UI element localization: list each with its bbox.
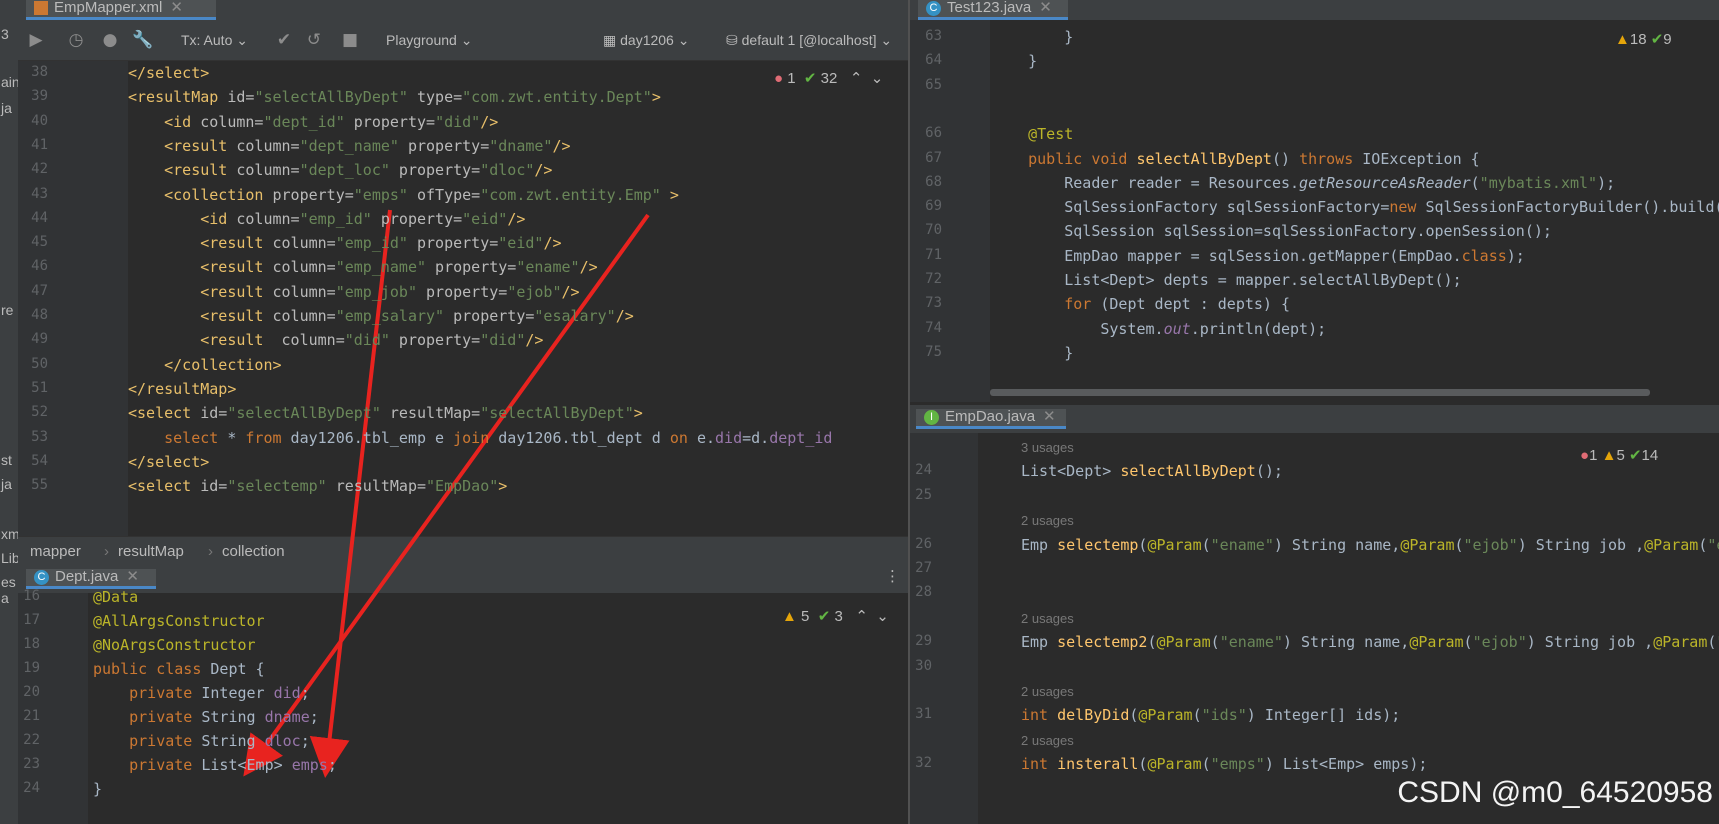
code-line: } bbox=[992, 343, 1074, 362]
line-number: 72 bbox=[925, 271, 942, 287]
code-line: @Data bbox=[93, 588, 139, 606]
line-number: 74 bbox=[925, 319, 942, 336]
code-line: @Test bbox=[1028, 125, 1074, 144]
code-line: <select id="selectAllByDept" resultMap="… bbox=[128, 404, 643, 423]
code-line: @AllArgsConstructor bbox=[93, 612, 265, 630]
code-line: <result column="emp_salary" property="es… bbox=[200, 307, 634, 325]
code-line: } bbox=[992, 28, 1074, 46]
usages-hint[interactable]: 2 usages bbox=[1021, 684, 1074, 699]
line-number: 17 bbox=[23, 612, 40, 628]
code-line: public void selectAllByDept() throws IOE… bbox=[1028, 149, 1480, 168]
code-line: select * from day1206.tbl_emp e join day… bbox=[164, 428, 833, 447]
code-line: } bbox=[93, 780, 103, 798]
line-number: 18 bbox=[23, 636, 40, 652]
code-line: Emp selectemp2(@Param("ename") String na… bbox=[1021, 633, 1719, 652]
line-number: 75 bbox=[925, 343, 942, 360]
line-number: 30 bbox=[915, 657, 932, 674]
code-line: Reader reader = Resources.getResourceAsR… bbox=[992, 173, 1616, 192]
line-number: 31 bbox=[915, 706, 932, 723]
line-number: 29 bbox=[915, 633, 932, 650]
code-line: </collection> bbox=[164, 355, 282, 374]
line-number: 23 bbox=[23, 756, 40, 772]
code-line: private String dname; bbox=[129, 708, 319, 726]
code-line: </resultMap> bbox=[128, 379, 237, 398]
code-line: <id column="emp_id" property="eid"/> bbox=[200, 209, 526, 228]
line-number: 63 bbox=[925, 28, 942, 44]
line-number: 69 bbox=[925, 198, 942, 215]
code-line: Emp selectemp(@Param("ename") String nam… bbox=[1021, 535, 1719, 554]
usages-hint[interactable]: 3 usages bbox=[1021, 440, 1074, 455]
line-number: 55 bbox=[31, 477, 48, 494]
watermark: CSDN @m0_64520958 bbox=[1397, 776, 1713, 809]
line-number: 54 bbox=[31, 452, 48, 469]
line-number: 53 bbox=[31, 428, 48, 445]
line-number: 67 bbox=[925, 149, 942, 166]
line-number: 50 bbox=[31, 355, 48, 372]
line-number: 45 bbox=[31, 234, 48, 251]
code-line: <result column="dept_name" property="dna… bbox=[164, 136, 571, 155]
code-line: private Integer did; bbox=[129, 684, 310, 702]
code-line: } bbox=[992, 52, 1038, 71]
line-number: 27 bbox=[915, 560, 932, 576]
code-line: @NoArgsConstructor bbox=[93, 636, 256, 654]
line-number: 24 bbox=[915, 462, 932, 479]
code-line: <id column="dept_id" property="did"/> bbox=[164, 112, 499, 131]
line-number: 19 bbox=[23, 660, 40, 676]
code-line: int delByDid(@Param("ids") Integer[] ids… bbox=[1021, 706, 1401, 725]
line-number: 24 bbox=[23, 780, 40, 796]
line-number: 21 bbox=[23, 708, 40, 724]
line-number: 70 bbox=[925, 222, 942, 239]
code-line: <collection property="emps" ofType="com.… bbox=[164, 185, 679, 204]
code-line: <result column="emp_name" property="enam… bbox=[200, 258, 598, 277]
code-line: <select id="selectemp" resultMap="EmpDao… bbox=[128, 477, 508, 496]
code-line: </select> bbox=[128, 64, 210, 82]
code-line: <result column="emp_id" property="eid"/> bbox=[200, 234, 562, 253]
line-number: 48 bbox=[31, 307, 48, 323]
code-line: </select> bbox=[128, 452, 210, 471]
code-line: private List<Emp> emps; bbox=[129, 756, 337, 774]
code-line: System.out.println(dept); bbox=[992, 319, 1327, 338]
line-number: 42 bbox=[31, 161, 48, 178]
usages-hint[interactable]: 2 usages bbox=[1021, 513, 1074, 528]
usages-hint[interactable]: 2 usages bbox=[1021, 611, 1074, 626]
code-line: private String dloc; bbox=[129, 732, 310, 750]
code-line: public class Dept { bbox=[93, 660, 265, 678]
code-line: for (Dept dept : depts) { bbox=[1064, 295, 1291, 314]
code-line: <result column="dept_loc" property="dloc… bbox=[164, 161, 553, 180]
code-line: List<Dept> depts = mapper.selectAllByDep… bbox=[992, 271, 1462, 289]
line-number: 25 bbox=[915, 486, 932, 503]
line-number: 71 bbox=[925, 246, 942, 263]
line-number: 20 bbox=[23, 684, 40, 700]
code-line: <resultMap id="selectAllByDept" type="co… bbox=[128, 88, 661, 107]
line-number: 41 bbox=[31, 136, 48, 153]
line-number: 52 bbox=[31, 404, 48, 421]
line-number: 43 bbox=[31, 185, 48, 202]
code-line: <result column="emp_job" property="ejob"… bbox=[200, 282, 580, 301]
line-number: 26 bbox=[915, 535, 932, 552]
line-number: 38 bbox=[31, 64, 48, 80]
line-number: 39 bbox=[31, 88, 48, 105]
line-number: 64 bbox=[925, 52, 942, 69]
line-number: 66 bbox=[925, 125, 942, 142]
line-number: 16 bbox=[23, 588, 40, 604]
code-line: <result column="did" property="did"/> bbox=[200, 331, 544, 350]
code-line: SqlSessionFactory sqlSessionFactory=new … bbox=[992, 198, 1719, 217]
line-number: 73 bbox=[925, 295, 942, 312]
line-number: 32 bbox=[915, 755, 932, 772]
line-number: 22 bbox=[23, 732, 40, 748]
code-line: EmpDao mapper = sqlSession.getMapper(Emp… bbox=[992, 246, 1525, 265]
usages-hint[interactable]: 2 usages bbox=[1021, 733, 1074, 748]
code-line: int insterall(@Param("emps") List<Emp> e… bbox=[1021, 755, 1428, 774]
line-number: 46 bbox=[31, 258, 48, 275]
line-number: 51 bbox=[31, 379, 48, 396]
code-line: List<Dept> selectAllByDept(); bbox=[1021, 462, 1283, 481]
line-number: 44 bbox=[31, 209, 48, 226]
line-number: 40 bbox=[31, 112, 48, 129]
line-number: 65 bbox=[925, 76, 942, 93]
line-number: 49 bbox=[31, 331, 48, 348]
line-number: 28 bbox=[915, 584, 932, 601]
code-line: SqlSession sqlSession=sqlSessionFactory.… bbox=[992, 222, 1552, 241]
line-number: 68 bbox=[925, 173, 942, 190]
line-number: 47 bbox=[31, 282, 48, 299]
